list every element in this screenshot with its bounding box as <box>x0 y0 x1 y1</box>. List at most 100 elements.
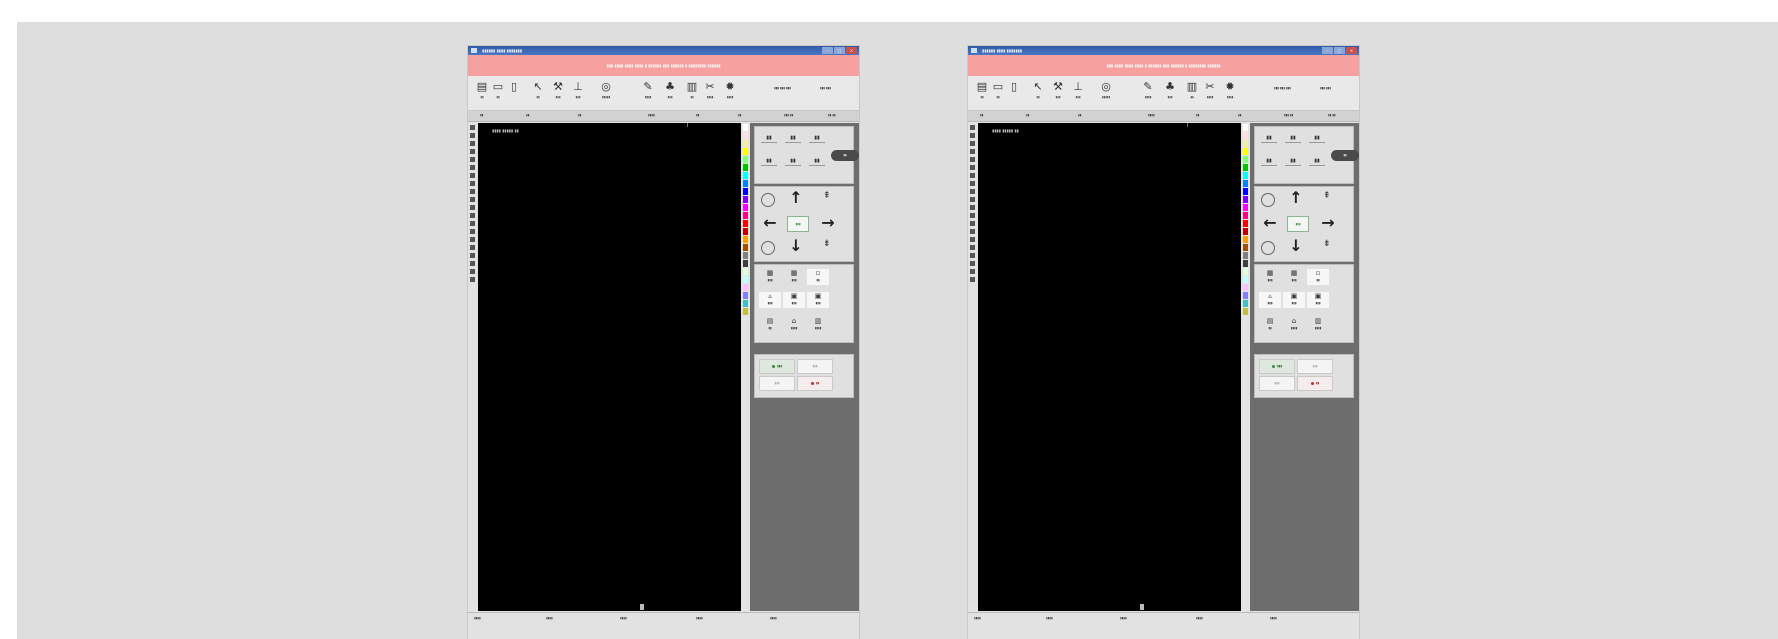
tool-icon[interactable] <box>970 269 975 274</box>
stop-button[interactable]: ▮▮ <box>1297 376 1333 391</box>
tool-icon[interactable] <box>470 221 475 226</box>
toolbar-link-2[interactable]: ▮▮▮ ▮▮▮ <box>1320 86 1331 90</box>
tool-icon[interactable] <box>470 253 475 258</box>
param-chip[interactable]: ▮▮ <box>1307 135 1327 143</box>
pause-button[interactable]: ▮▮▮ <box>1297 359 1333 374</box>
zoom-out-icon[interactable]: ⇟ <box>1323 239 1331 249</box>
color-swatch[interactable] <box>1243 204 1248 211</box>
param-chip[interactable]: ▮▮ <box>759 158 779 166</box>
tool-icon[interactable] <box>470 197 475 202</box>
tool-icon[interactable] <box>970 277 975 282</box>
toolbar-button-gear[interactable]: ✹ ▮▮▮▮ <box>1220 79 1240 99</box>
tool-icon[interactable] <box>470 245 475 250</box>
color-swatch[interactable] <box>1243 236 1248 243</box>
color-swatch[interactable] <box>743 284 748 291</box>
mode-tile[interactable]: ⌂ ▮▮▮▮ <box>783 317 805 333</box>
color-swatch[interactable] <box>1243 148 1248 155</box>
mode-tile[interactable]: ▫ ▮▮ <box>1307 269 1329 285</box>
tool-icon[interactable] <box>470 269 475 274</box>
param-chip[interactable]: ▮▮ <box>1283 135 1303 143</box>
mode-tile[interactable]: ▵ ▮▮▮ <box>759 292 781 308</box>
resume-button[interactable]: ▮▮▮ <box>1259 376 1295 391</box>
speed-knob[interactable]: ▮▮ <box>1331 150 1359 161</box>
color-swatch[interactable] <box>1243 172 1248 179</box>
rotate-cw-icon[interactable] <box>1261 241 1275 255</box>
color-swatch[interactable] <box>743 188 748 195</box>
tool-icon[interactable] <box>970 237 975 242</box>
menu-item-6[interactable]: ▮▮ <box>1238 113 1241 117</box>
toolbar-button-new[interactable]: ▯ <box>504 79 524 95</box>
toolbar-button-image[interactable]: ▥ ▮▮ <box>1182 79 1202 99</box>
arrow-up-icon[interactable]: ↑ <box>1287 190 1305 206</box>
menu-item-4[interactable]: ▮▮▮▮ <box>648 113 655 117</box>
color-swatch[interactable] <box>743 228 748 235</box>
minimize-button[interactable]: – <box>1322 47 1333 54</box>
tool-icon[interactable] <box>470 229 475 234</box>
menu-item-1[interactable]: ▮▮ <box>480 113 483 117</box>
toolbar-button-settings[interactable]: ◎ ▮▮▮▮▮ <box>1096 79 1116 99</box>
mode-tile[interactable]: ▤ ▮▮ <box>759 317 781 333</box>
maximize-button[interactable]: □ <box>834 47 845 54</box>
mode-tile[interactable]: ▵ ▮▮▮ <box>1259 292 1281 308</box>
color-swatch[interactable] <box>743 212 748 219</box>
param-chip[interactable]: ▮▮ <box>1259 158 1279 166</box>
param-chip[interactable]: ▮▮ <box>807 135 827 143</box>
param-chip[interactable]: ▮▮ <box>1307 158 1327 166</box>
color-swatch[interactable] <box>1243 244 1248 251</box>
color-swatch[interactable] <box>1243 276 1248 283</box>
color-swatch[interactable] <box>1243 188 1248 195</box>
tool-icon[interactable] <box>470 261 475 266</box>
menu-item-3[interactable]: ▮▮ <box>1078 113 1081 117</box>
toolbar-button-image[interactable]: ▥ ▮▮ <box>682 79 702 99</box>
mode-tile[interactable]: ▣ ▮▮▮ <box>1307 292 1329 308</box>
menu-item-8[interactable]: ▮▮ ▮▮ <box>828 113 836 117</box>
color-swatch[interactable] <box>743 196 748 203</box>
zoom-in-icon[interactable]: ⇞ <box>1323 191 1331 201</box>
color-swatch[interactable] <box>1243 300 1248 307</box>
menu-item-2[interactable]: ▮▮ <box>1026 113 1029 117</box>
color-swatch[interactable] <box>743 292 748 299</box>
color-swatch[interactable] <box>743 180 748 187</box>
mode-tile[interactable]: ▦ ▮▮▮ <box>783 269 805 285</box>
tool-icon[interactable] <box>470 181 475 186</box>
tool-icon[interactable] <box>470 277 475 282</box>
tool-icon[interactable] <box>470 157 475 162</box>
tool-icon[interactable] <box>470 205 475 210</box>
pause-button[interactable]: ▮▮▮ <box>797 359 833 374</box>
color-swatch[interactable] <box>1243 164 1248 171</box>
menu-item-4[interactable]: ▮▮▮▮ <box>1148 113 1155 117</box>
toolbar-button-new[interactable]: ▯ <box>1004 79 1024 95</box>
color-swatch[interactable] <box>743 244 748 251</box>
toolbar-button-brush[interactable]: ✎ ▮▮▮▮ <box>1138 79 1158 99</box>
param-chip[interactable]: ▮▮ <box>807 158 827 166</box>
menu-item-7[interactable]: ▮▮▮ ▮▮ <box>1284 113 1293 117</box>
color-swatch[interactable] <box>743 220 748 227</box>
tool-icon[interactable] <box>970 157 975 162</box>
toolbar-button-ruler[interactable]: ⊥ ▮▮▮ <box>1068 79 1088 99</box>
param-chip[interactable]: ▮▮ <box>1259 135 1279 143</box>
center-button[interactable]: ▮▮▮ <box>1287 216 1309 232</box>
toolbar-button-settings[interactable]: ◎ ▮▮▮▮▮ <box>596 79 616 99</box>
menu-item-5[interactable]: ▮▮ <box>696 113 699 117</box>
menu-item-7[interactable]: ▮▮▮ ▮▮ <box>784 113 793 117</box>
toolbar-button-wrench[interactable]: ⚒ ▮▮▮ <box>548 79 568 99</box>
mode-tile[interactable]: ▦ ▮▮▮ <box>1283 269 1305 285</box>
tool-icon[interactable] <box>970 261 975 266</box>
color-swatch[interactable] <box>1243 252 1248 259</box>
color-swatch[interactable] <box>743 172 748 179</box>
arrow-right-icon[interactable]: → <box>819 215 837 231</box>
toolbar-button-brush[interactable]: ✎ ▮▮▮▮ <box>638 79 658 99</box>
mode-tile[interactable]: ▦ ▮▮▮ <box>759 269 781 285</box>
color-swatch[interactable] <box>743 156 748 163</box>
color-swatch[interactable] <box>1243 212 1248 219</box>
color-swatch[interactable] <box>743 124 748 131</box>
start-button[interactable]: ▮▮▮ <box>759 359 795 374</box>
color-swatch[interactable] <box>1243 180 1248 187</box>
close-button[interactable]: × <box>1346 47 1357 54</box>
work-canvas[interactable]: ▮▮▮▮ ▮▮▮▮▮ ▮▮ <box>478 123 741 611</box>
menu-item-1[interactable]: ▮▮ <box>980 113 983 117</box>
color-swatch[interactable] <box>1243 260 1248 267</box>
title-bar[interactable]: ▮▮▮▮▮▮ ▮▮▮▮ ▮▮▮▮▮▮▮ – □ × <box>468 46 859 55</box>
color-swatch[interactable] <box>743 300 748 307</box>
tool-icon[interactable] <box>470 133 475 138</box>
